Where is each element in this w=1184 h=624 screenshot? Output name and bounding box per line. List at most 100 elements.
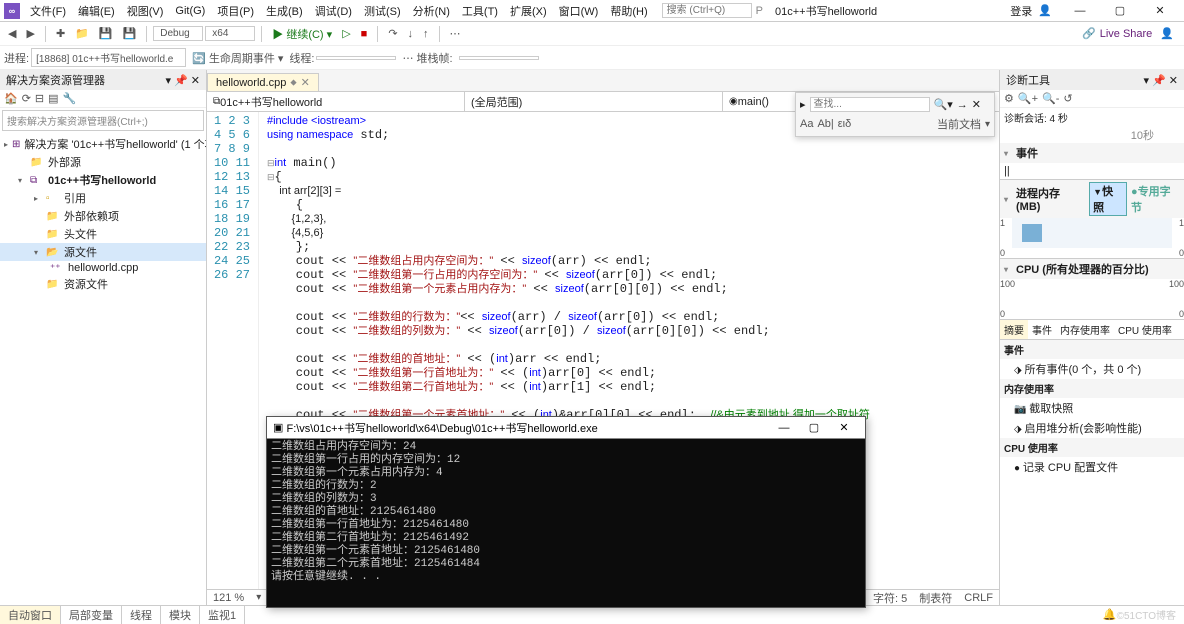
notification-icon[interactable]: 🔔 bbox=[1103, 608, 1117, 621]
menu-extensions[interactable]: 扩展(X) bbox=[504, 1, 553, 21]
diag-zoom-out-icon[interactable]: 🔍- bbox=[1042, 92, 1059, 105]
config-dropdown[interactable]: Debug bbox=[153, 26, 203, 41]
thread-dropdown[interactable] bbox=[316, 56, 396, 60]
show-all-icon[interactable]: ▤ bbox=[48, 92, 58, 105]
console-titlebar[interactable]: ▣ F:\vs\01c++书写helloworld\x64\Debug\01c+… bbox=[267, 417, 865, 439]
console-maximize-button[interactable]: ▢ bbox=[799, 421, 829, 434]
console-minimize-button[interactable]: — bbox=[769, 422, 799, 434]
start-no-debug-button[interactable]: ▷ bbox=[338, 25, 354, 42]
resources-node[interactable]: 📁资源文件 bbox=[0, 275, 206, 293]
diag-settings-icon[interactable]: ⚙ bbox=[1004, 92, 1014, 105]
autos-tab[interactable]: 自动窗口 bbox=[0, 606, 61, 624]
watch-tab[interactable]: 监视1 bbox=[200, 606, 245, 624]
solution-tree[interactable]: ▸⊞解决方案 '01c++书写helloworld' (1 个项目，共 1 个)… bbox=[0, 133, 206, 605]
find-expand-icon[interactable]: ▸ bbox=[800, 98, 806, 111]
diag-timeline[interactable]: 10秒 bbox=[1000, 127, 1184, 143]
lifecycle-events-dropdown[interactable]: 🔄 生命周期事件 ▾ bbox=[188, 48, 287, 68]
menu-build[interactable]: 生成(B) bbox=[260, 1, 309, 21]
diag-zoom-in-icon[interactable]: 🔍+ bbox=[1018, 92, 1038, 105]
diag-snapshot-item[interactable]: 📷 截取快照 bbox=[1000, 398, 1184, 418]
find-next-icon[interactable]: → bbox=[957, 99, 968, 111]
diag-tab-cpu[interactable]: CPU 使用率 bbox=[1114, 320, 1176, 339]
save-all-button[interactable]: 💾 bbox=[119, 25, 141, 42]
global-search-input[interactable] bbox=[662, 3, 752, 18]
live-share-button[interactable]: 🔗 Live Share bbox=[1082, 27, 1152, 40]
locals-tab[interactable]: 局部变量 bbox=[61, 606, 122, 624]
find-scope-dropdown[interactable]: 当前文档 bbox=[937, 116, 981, 132]
menu-project[interactable]: 项目(P) bbox=[211, 1, 260, 21]
collapse-icon[interactable]: ⊟ bbox=[35, 92, 44, 105]
diag-reset-icon[interactable]: ↺ bbox=[1063, 92, 1072, 105]
step-over-button[interactable]: ↷ bbox=[384, 25, 401, 42]
stop-debug-button[interactable]: ■ bbox=[357, 26, 372, 42]
toolbar-icon[interactable]: ⋯ bbox=[446, 25, 465, 42]
find-search-icon[interactable]: 🔍▾ bbox=[934, 98, 953, 111]
console-close-button[interactable]: ✕ bbox=[829, 421, 859, 434]
open-button[interactable]: 📁 bbox=[71, 25, 93, 42]
menu-analyze[interactable]: 分析(N) bbox=[407, 1, 456, 21]
admin-icon[interactable]: 👤 bbox=[1160, 27, 1174, 40]
maximize-button[interactable]: ▢ bbox=[1100, 4, 1140, 17]
menu-tools[interactable]: 工具(T) bbox=[456, 1, 504, 21]
match-case-icon[interactable]: Aa bbox=[800, 118, 813, 130]
project-node[interactable]: ▾⧉01c++书写helloworld bbox=[0, 171, 206, 189]
tabs-indicator[interactable]: 制表符 bbox=[919, 590, 952, 606]
diag-tab-memory[interactable]: 内存使用率 bbox=[1056, 320, 1114, 339]
external-deps-node[interactable]: 📁外部依赖项 bbox=[0, 207, 206, 225]
home-icon[interactable]: 🏠 bbox=[4, 92, 18, 105]
diag-tab-events[interactable]: 事件 bbox=[1028, 320, 1056, 339]
diag-tab-summary[interactable]: 摘要 bbox=[1000, 320, 1028, 339]
close-button[interactable]: ✕ bbox=[1140, 4, 1180, 17]
console-window[interactable]: ▣ F:\vs\01c++书写helloworld\x64\Debug\01c+… bbox=[266, 416, 866, 608]
panel-pin-icon[interactable]: ▾ 📌 ✕ bbox=[165, 74, 200, 87]
nav-project-dropdown[interactable]: ⧉ 01c++书写helloworld bbox=[207, 92, 465, 111]
minimize-button[interactable]: — bbox=[1060, 5, 1100, 17]
find-close-icon[interactable]: ✕ bbox=[972, 98, 981, 111]
tab-close-icon[interactable]: ✕ bbox=[301, 76, 310, 89]
step-into-button[interactable]: ↓ bbox=[404, 26, 418, 42]
login-link[interactable]: 登录 bbox=[1010, 3, 1032, 19]
zoom-dropdown[interactable]: 121 % bbox=[213, 592, 244, 604]
solution-node[interactable]: ▸⊞解决方案 '01c++书写helloworld' (1 个项目，共 1 个) bbox=[0, 135, 206, 153]
diag-events-item[interactable]: ⬗ 所有事件(0 个，共 0 个) bbox=[1000, 359, 1184, 379]
user-icon[interactable]: 👤 bbox=[1038, 4, 1052, 17]
nav-fwd-button[interactable]: ▶ bbox=[22, 25, 38, 42]
menu-debug[interactable]: 调试(D) bbox=[309, 1, 358, 21]
editor-tab[interactable]: helloworld.cpp⬥✕ bbox=[207, 73, 319, 91]
menu-window[interactable]: 窗口(W) bbox=[553, 1, 605, 21]
platform-dropdown[interactable]: x64 bbox=[205, 26, 255, 41]
menu-edit[interactable]: 编辑(E) bbox=[72, 1, 121, 21]
diag-heap-item[interactable]: ⬗ 启用堆分析(会影响性能) bbox=[1000, 418, 1184, 438]
sync-icon[interactable]: ⟳ bbox=[22, 92, 31, 105]
diag-cpu-record-item[interactable]: ● 记录 CPU 配置文件 bbox=[1000, 457, 1184, 477]
menu-test[interactable]: 测试(S) bbox=[358, 1, 407, 21]
crlf-indicator[interactable]: CRLF bbox=[964, 592, 993, 604]
sources-node[interactable]: ▾📂源文件 bbox=[0, 243, 206, 261]
nav-scope-dropdown[interactable]: (全局范围) bbox=[465, 92, 723, 111]
match-word-icon[interactable]: Ab| bbox=[817, 118, 833, 130]
save-button[interactable]: 💾 bbox=[95, 25, 117, 42]
ext-sources-node[interactable]: 📁外部源 bbox=[0, 153, 206, 171]
diag-memory-header[interactable]: ▾进程内存 (MB) ▼快照 ●专用字节 bbox=[1000, 180, 1184, 218]
references-node[interactable]: ▸▫引用 bbox=[0, 189, 206, 207]
properties-icon[interactable]: 🔧 bbox=[63, 92, 77, 105]
menu-git[interactable]: Git(G) bbox=[169, 3, 211, 19]
process-dropdown[interactable]: [18868] 01c++书写helloworld.e bbox=[31, 48, 186, 67]
find-input[interactable] bbox=[810, 97, 930, 112]
menu-view[interactable]: 视图(V) bbox=[121, 1, 170, 21]
continue-button[interactable]: ▶ 继续(C) ▾ bbox=[268, 24, 336, 44]
step-out-button[interactable]: ↑ bbox=[419, 26, 433, 42]
stackframe-dropdown[interactable] bbox=[459, 56, 539, 60]
diag-cpu-header[interactable]: ▾CPU (所有处理器的百分比) bbox=[1000, 259, 1184, 279]
console-output[interactable]: 二维数组占用内存空间为：24 二维数组第一行占用的内存空间为：12 二维数组第一… bbox=[267, 439, 865, 607]
diag-events-header[interactable]: ▾事件 bbox=[1000, 143, 1184, 163]
nav-back-button[interactable]: ◀ bbox=[4, 25, 20, 42]
threads-tab[interactable]: 线程 bbox=[122, 606, 161, 624]
new-button[interactable]: ✚ bbox=[52, 25, 69, 42]
headers-node[interactable]: 📁头文件 bbox=[0, 225, 206, 243]
menu-file[interactable]: 文件(F) bbox=[24, 1, 72, 21]
menu-help[interactable]: 帮助(H) bbox=[604, 1, 653, 21]
modules-tab[interactable]: 模块 bbox=[161, 606, 200, 624]
source-file-node[interactable]: ⁺⁺helloworld.cpp bbox=[0, 261, 206, 275]
solution-search-input[interactable]: 搜索解决方案资源管理器(Ctrl+;) bbox=[2, 110, 204, 131]
